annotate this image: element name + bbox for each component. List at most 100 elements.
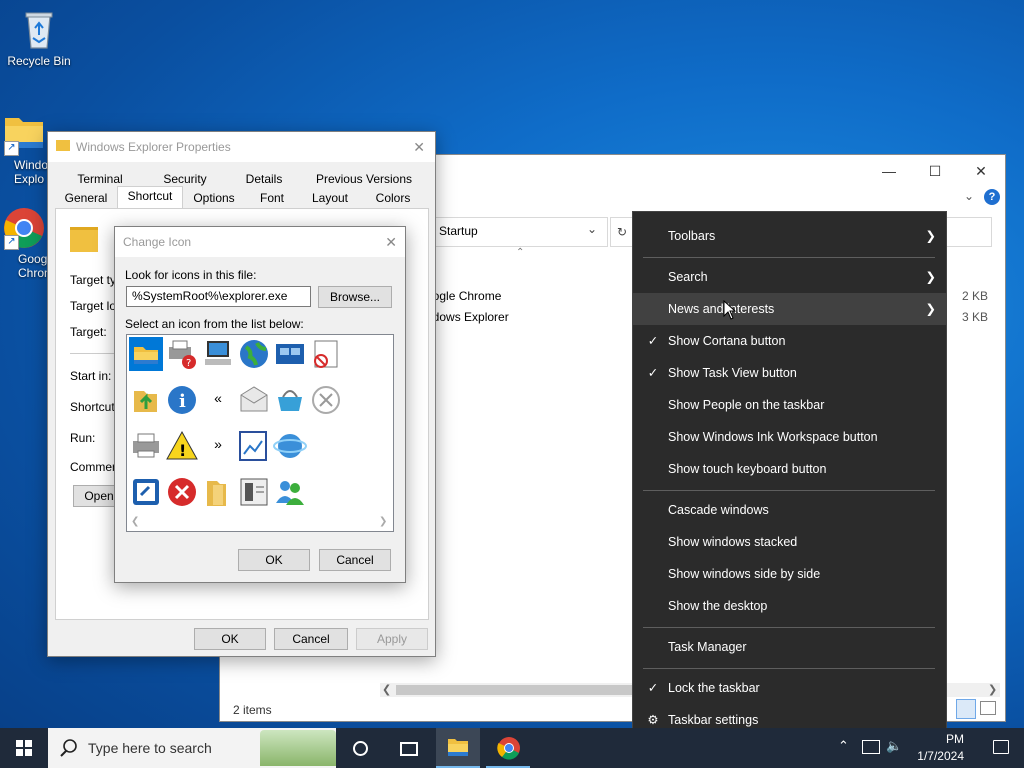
show-hidden-icons-button[interactable]: ⌃ <box>838 738 849 754</box>
cortana-button[interactable] <box>338 728 382 768</box>
tab-layout[interactable]: Layout <box>299 189 361 207</box>
scroll-left-arrow[interactable]: ❮ <box>131 516 139 527</box>
menu-item-cascade-windows[interactable]: Cascade windows <box>633 494 946 526</box>
window-title: Change Icon <box>123 235 192 249</box>
menu-item-toolbars[interactable]: Toolbars ❯ <box>633 220 946 252</box>
address-bar[interactable]: Startup ⌄ <box>432 217 608 247</box>
field-label: Run: <box>70 431 96 445</box>
desktop-icon-windows-explorer[interactable]: ↗ Windo Explo <box>0 112 48 186</box>
scroll-thumb[interactable] <box>396 685 636 695</box>
menu-item-show-windows-stacked[interactable]: Show windows stacked <box>633 526 946 558</box>
desktop-icon-recycle-bin[interactable]: Recycle Bin <box>1 8 77 68</box>
menu-item-show-cortana-button[interactable]: ✓ Show Cortana button <box>633 325 946 357</box>
change-icon-dialog[interactable]: Change Icon ✕ Look for icons in this fil… <box>114 226 406 583</box>
no-entry-document-icon[interactable] <box>309 337 343 371</box>
printer-icon[interactable] <box>129 429 163 463</box>
minimize-button[interactable]: — <box>866 155 912 187</box>
run-window-icon[interactable] <box>129 475 163 509</box>
menu-item-show-windows-ink[interactable]: Show Windows Ink Workspace button <box>633 421 946 453</box>
refresh-button[interactable]: ↻ <box>610 217 634 247</box>
help-icon[interactable]: ? <box>984 189 1000 205</box>
chart-document-icon[interactable] <box>237 429 271 463</box>
warning-icon[interactable]: ! <box>165 429 199 463</box>
tab-options[interactable]: Options <box>183 189 245 207</box>
address-text: Startup <box>439 224 478 238</box>
network-icon[interactable] <box>862 740 880 754</box>
scroll-right-arrow[interactable]: ❯ <box>988 683 997 696</box>
browse-button[interactable]: Browse... <box>318 286 392 308</box>
taskbar-app-chrome[interactable] <box>486 728 530 768</box>
file-size: 2 KB <box>962 289 989 303</box>
cancel-button[interactable]: Cancel <box>319 549 391 571</box>
shortcut-arrow-icon: ↗ <box>4 235 19 250</box>
desktop-icon-google-chrome[interactable]: ↗ Goog Chrom <box>0 206 48 280</box>
ribbon-expand-icon[interactable]: ⌄ <box>964 189 974 203</box>
cancel-circle-icon[interactable] <box>309 383 343 417</box>
info-icon[interactable]: i <box>165 383 199 417</box>
ok-button[interactable]: OK <box>238 549 310 571</box>
rewind-icon[interactable]: « <box>201 383 235 417</box>
menu-item-task-manager[interactable]: Task Manager <box>633 631 946 663</box>
task-view-button[interactable] <box>386 728 430 768</box>
error-icon[interactable] <box>165 475 199 509</box>
apply-button[interactable]: Apply <box>356 628 428 650</box>
icon-file-input[interactable]: %SystemRoot%\explorer.exe <box>126 286 311 307</box>
large-icons-view-icon[interactable] <box>980 701 996 715</box>
clock[interactable]: PM 1/7/2024 <box>906 728 972 768</box>
maximize-button[interactable]: ☐ <box>912 155 958 187</box>
details-view-icon[interactable] <box>956 699 976 719</box>
tab-details[interactable]: Details <box>225 170 303 188</box>
change-icon-title-bar[interactable]: Change Icon ✕ <box>115 227 405 257</box>
tab-colors[interactable]: Colors <box>363 189 423 207</box>
computer-icon[interactable] <box>201 337 235 371</box>
taskbar-app-file-explorer[interactable] <box>436 728 480 768</box>
open-folder-icon[interactable] <box>201 475 235 509</box>
tab-previous-versions[interactable]: Previous Versions <box>305 170 423 188</box>
tab-general[interactable]: General <box>55 189 117 207</box>
notification-center-button[interactable] <box>978 728 1024 768</box>
search-box[interactable] <box>944 217 992 247</box>
ok-button[interactable]: OK <box>194 628 266 650</box>
windows-icon[interactable] <box>273 337 307 371</box>
cancel-button[interactable]: Cancel <box>274 628 348 650</box>
icon-list[interactable]: ? i « ! » ❮ ❯ <box>126 334 394 532</box>
close-button[interactable]: ✕ <box>413 132 425 162</box>
shopping-basket-icon[interactable] <box>273 383 307 417</box>
scroll-right-arrow[interactable]: ❯ <box>379 516 387 527</box>
tab-font[interactable]: Font <box>247 189 297 207</box>
fast-forward-icon[interactable]: » <box>201 429 235 463</box>
field-label: Start in: <box>70 369 112 383</box>
address-dropdown-icon[interactable]: ⌄ <box>587 222 597 236</box>
icon-list-scrollbar[interactable]: ❮ ❯ <box>127 515 393 531</box>
cortana-icon <box>353 741 368 756</box>
menu-item-show-windows-side-by-side[interactable]: Show windows side by side <box>633 558 946 590</box>
internet-icon[interactable] <box>273 429 307 463</box>
users-icon[interactable] <box>273 475 307 509</box>
recycle-bin-icon <box>17 8 61 52</box>
notification-icon <box>993 740 1009 754</box>
volume-muted-icon[interactable]: 🔈 <box>886 738 902 754</box>
close-button[interactable]: ✕ <box>958 155 1004 187</box>
svg-text:i: i <box>179 391 186 412</box>
menu-item-lock-the-taskbar[interactable]: ✓ Lock the taskbar <box>633 672 946 704</box>
menu-item-show-touch-keyboard[interactable]: Show touch keyboard button <box>633 453 946 485</box>
chrome-icon <box>497 737 520 760</box>
mail-icon[interactable] <box>237 383 271 417</box>
taskbar-search-box[interactable]: Type here to search <box>48 728 336 768</box>
menu-item-search[interactable]: Search ❯ <box>633 261 946 293</box>
properties-title-bar[interactable]: Windows Explorer Properties ✕ <box>48 132 435 162</box>
printer-error-icon[interactable]: ? <box>165 337 199 371</box>
menu-item-show-the-desktop[interactable]: Show the desktop <box>633 590 946 622</box>
scroll-left-arrow[interactable]: ❮ <box>382 683 391 696</box>
close-button[interactable]: ✕ <box>385 227 397 257</box>
menu-item-show-people[interactable]: Show People on the taskbar <box>633 389 946 421</box>
start-button[interactable] <box>0 728 48 768</box>
tab-shortcut[interactable]: Shortcut <box>117 186 183 209</box>
field-label: Target: <box>70 325 107 339</box>
menu-item-news-and-interests[interactable]: News and interests ❯ <box>633 293 946 325</box>
folder-up-icon[interactable] <box>129 383 163 417</box>
globe-icon[interactable] <box>237 337 271 371</box>
menu-item-show-task-view-button[interactable]: ✓ Show Task View button <box>633 357 946 389</box>
folder-icon[interactable] <box>129 337 163 371</box>
server-document-icon[interactable] <box>237 475 271 509</box>
